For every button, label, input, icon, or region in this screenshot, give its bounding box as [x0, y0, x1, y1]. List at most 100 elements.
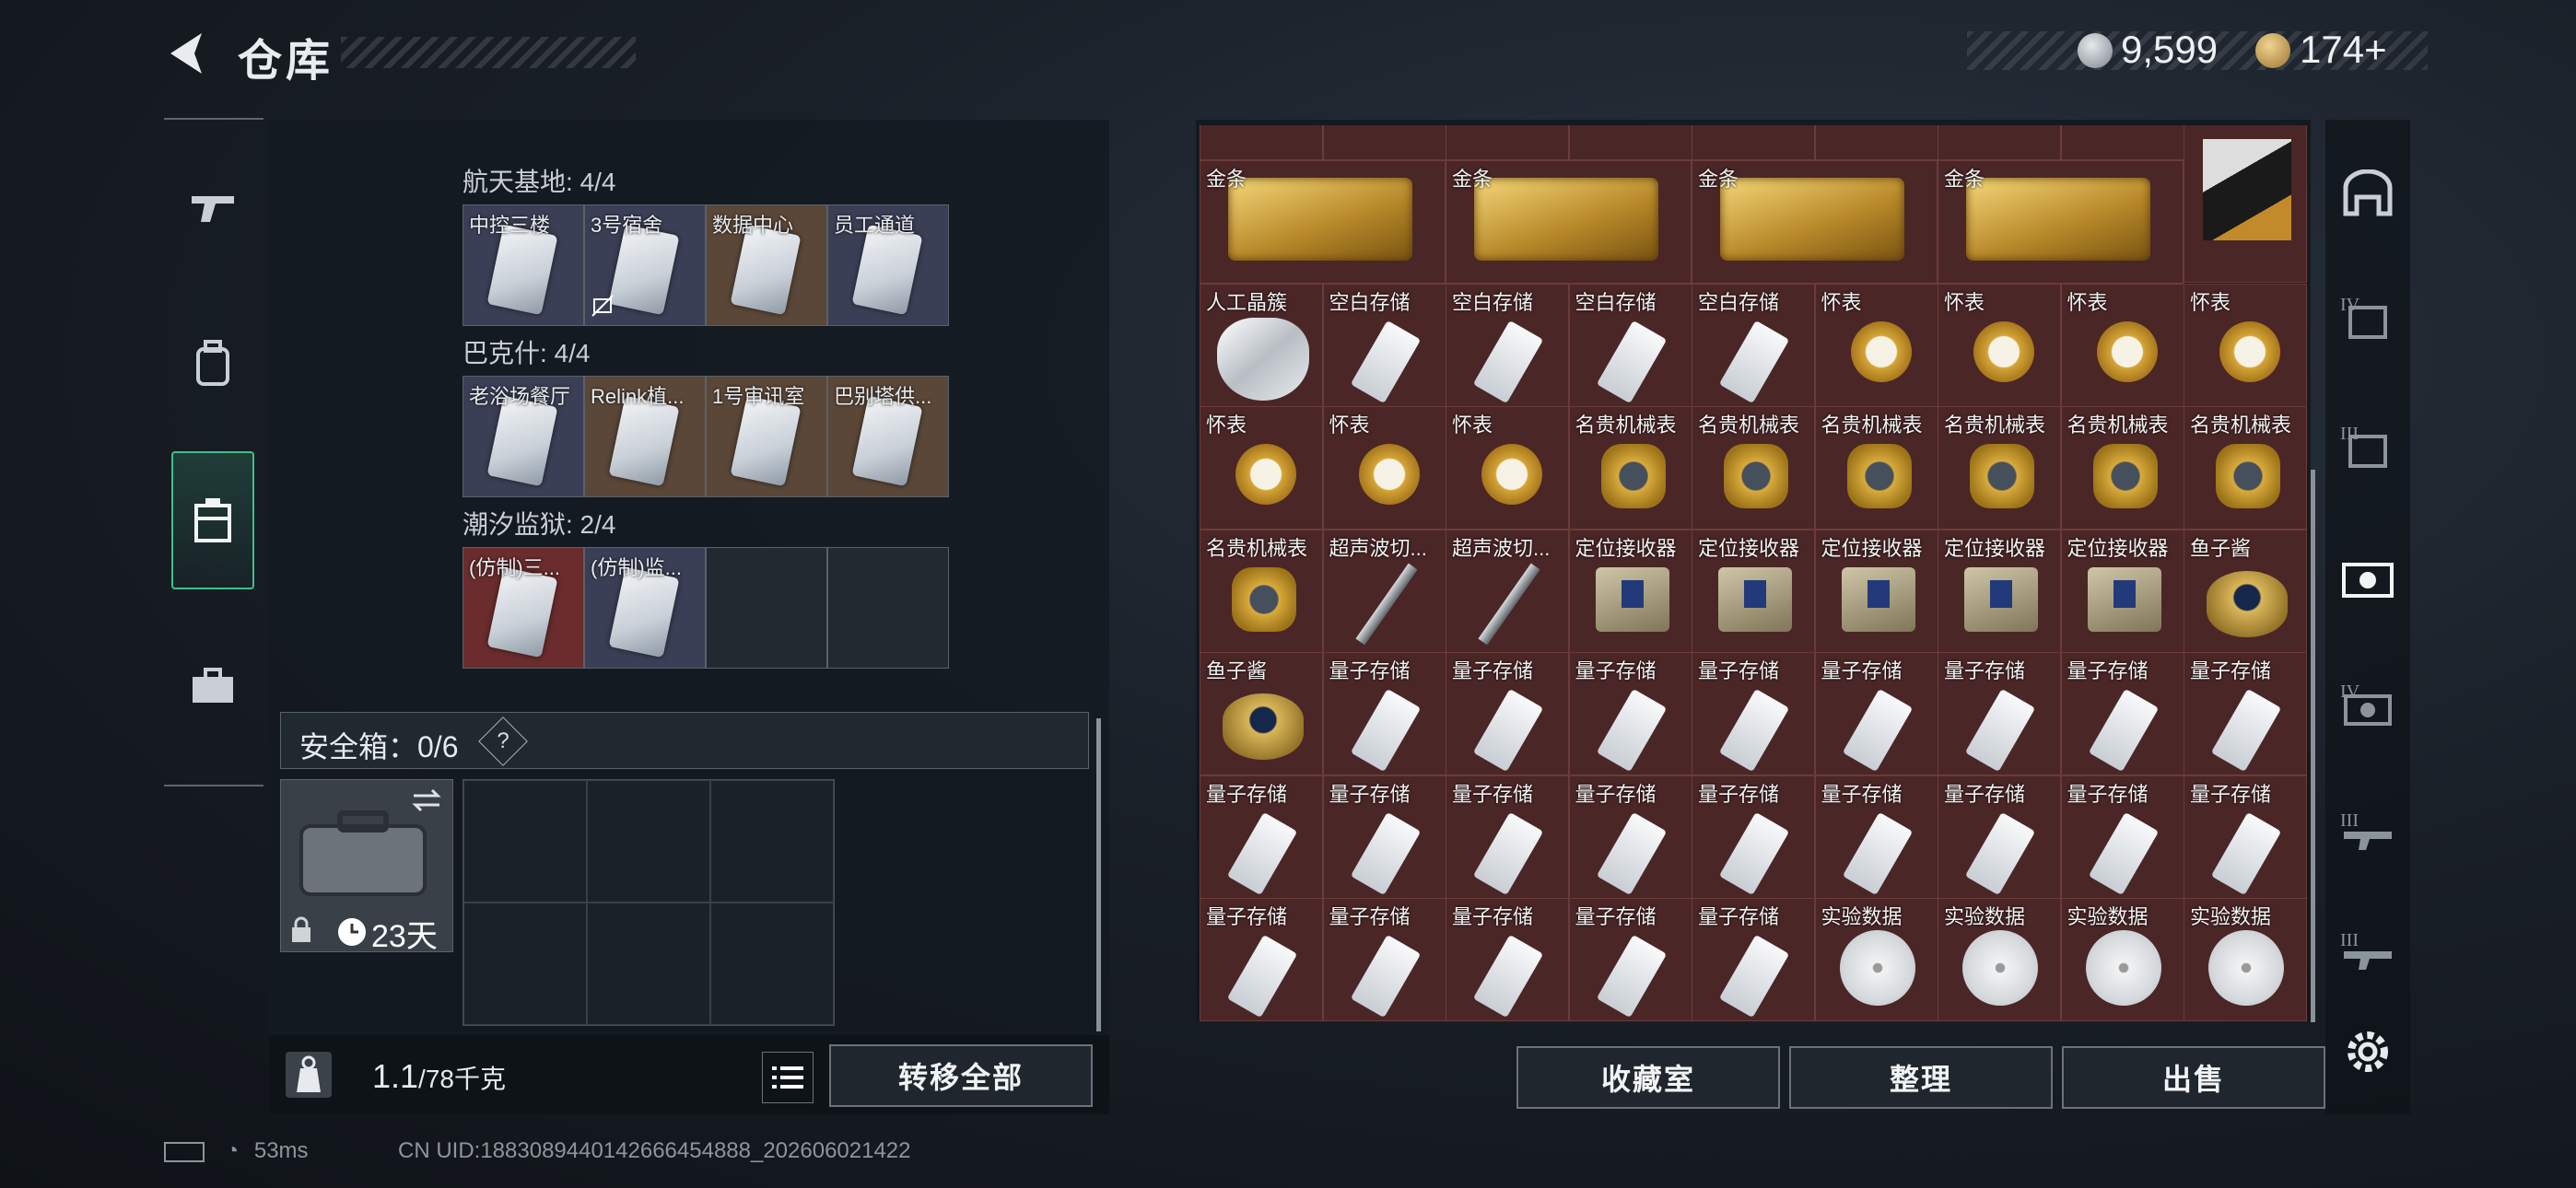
inventory-item[interactable]: 超声波切...: [1446, 529, 1569, 653]
left-scrollbar[interactable]: [1096, 718, 1101, 1031]
safe-box-grid[interactable]: [463, 779, 835, 1026]
inventory-item[interactable]: 量子存储: [1568, 775, 1692, 899]
inventory-cell[interactable]: [1568, 125, 1692, 160]
coffee-item[interactable]: [2184, 125, 2307, 283]
inventory-item[interactable]: 量子存储: [2060, 775, 2184, 899]
inventory-item[interactable]: 空白存储: [1322, 283, 1446, 407]
gold-amount[interactable]: 174+: [2300, 28, 2387, 72]
inventory-item[interactable]: 人工晶簇: [1200, 283, 1323, 407]
safe-slot[interactable]: [463, 780, 587, 903]
inventory-cell[interactable]: [1322, 125, 1446, 160]
swap-icon[interactable]: [410, 787, 443, 813]
inventory-item[interactable]: 量子存储: [1322, 652, 1446, 775]
inventory-item[interactable]: 空白存储: [1568, 283, 1692, 407]
key-slot[interactable]: 1号审讯室: [706, 376, 827, 497]
inventory-item[interactable]: 怀表: [1322, 406, 1446, 530]
inventory-item[interactable]: 名贵机械表: [1692, 406, 1815, 530]
inventory-item[interactable]: 定位接收器: [1814, 529, 1938, 653]
inventory-item[interactable]: 定位接收器: [1692, 529, 1815, 653]
back-arrow-icon[interactable]: [161, 28, 213, 79]
inventory-item[interactable]: 量子存储: [1446, 775, 1569, 899]
key-slot[interactable]: 3号宿舍: [584, 204, 706, 326]
category-tier-4-docs[interactable]: IV: [2325, 267, 2410, 378]
key-slot[interactable]: (仿制)监...: [584, 547, 706, 669]
inventory-item[interactable]: 空白存储: [1446, 283, 1569, 407]
inventory-item[interactable]: 量子存储: [1568, 898, 1692, 1021]
category-valuables[interactable]: [2325, 525, 2410, 635]
inventory-item[interactable]: 名贵机械表: [2184, 406, 2307, 530]
inventory-item[interactable]: 量子存储: [1322, 775, 1446, 899]
inventory-item[interactable]: 量子存储: [1692, 898, 1815, 1021]
key-slot[interactable]: Relink植...: [584, 376, 706, 497]
category-tier-3-weapon[interactable]: III: [2325, 783, 2410, 893]
key-slot[interactable]: 老浴场餐厅: [463, 376, 584, 497]
inventory-item[interactable]: 怀表: [1200, 406, 1323, 530]
inventory-cell[interactable]: [1200, 125, 1323, 160]
inventory-item[interactable]: 名贵机械表: [1814, 406, 1938, 530]
collection-room-button[interactable]: 收藏室: [1516, 1046, 1780, 1109]
inventory-item[interactable]: 量子存储: [1446, 652, 1569, 775]
key-slot[interactable]: 巴别塔供...: [827, 376, 949, 497]
sell-button[interactable]: 出售: [2062, 1046, 2325, 1109]
inventory-item[interactable]: 量子存储: [1938, 652, 2061, 775]
gold-bar-item[interactable]: 金条: [1938, 160, 2184, 284]
safe-slot[interactable]: [463, 903, 587, 1025]
inventory-item[interactable]: 量子存储: [2184, 652, 2307, 775]
inventory-item[interactable]: 量子存储: [1692, 775, 1815, 899]
inventory-cell[interactable]: [1814, 125, 1938, 160]
category-tier-3-docs[interactable]: III: [2325, 396, 2410, 507]
safe-slot[interactable]: [710, 780, 834, 903]
inventory-item[interactable]: 怀表: [1446, 406, 1569, 530]
inventory-item[interactable]: 量子存储: [1814, 775, 1938, 899]
inventory-item[interactable]: 实验数据: [1814, 898, 1938, 1021]
gold-bar-item[interactable]: 金条: [1692, 160, 1938, 284]
inventory-item[interactable]: 量子存储: [1446, 898, 1569, 1021]
inventory-cell[interactable]: [2060, 125, 2184, 160]
inventory-item[interactable]: 量子存储: [1692, 652, 1815, 775]
inventory-item[interactable]: 量子存储: [1814, 652, 1938, 775]
inventory-item[interactable]: 怀表: [1814, 283, 1938, 407]
key-slot[interactable]: 员工通道: [827, 204, 949, 326]
nav-tools[interactable]: [171, 617, 254, 755]
inventory-item[interactable]: 量子存储: [1568, 652, 1692, 775]
transfer-all-button[interactable]: 转移全部: [829, 1044, 1093, 1107]
category-tier-4-valuables[interactable]: IV: [2325, 654, 2410, 764]
inventory-item[interactable]: 名贵机械表: [1938, 406, 2061, 530]
empty-key-slot[interactable]: [706, 547, 827, 669]
gold-bar-item[interactable]: 金条: [1200, 160, 1446, 284]
inventory-item[interactable]: 实验数据: [2184, 898, 2307, 1021]
inventory-item[interactable]: 名贵机械表: [1200, 529, 1323, 653]
inventory-item[interactable]: 怀表: [2060, 283, 2184, 407]
nav-armor[interactable]: [171, 295, 254, 433]
key-slot[interactable]: (仿制)三...: [463, 547, 584, 669]
inventory-item[interactable]: 量子存储: [1322, 898, 1446, 1021]
safe-slot[interactable]: [587, 780, 710, 903]
inventory-item[interactable]: 空白存储: [1692, 283, 1815, 407]
inventory-cell[interactable]: [1692, 125, 1815, 160]
help-icon[interactable]: ?: [478, 716, 528, 766]
inventory-item[interactable]: 量子存储: [2184, 775, 2307, 899]
nav-items[interactable]: [171, 451, 254, 589]
inventory-item[interactable]: 名贵机械表: [1568, 406, 1692, 530]
key-slot[interactable]: 数据中心: [706, 204, 827, 326]
safe-slot[interactable]: [587, 903, 710, 1025]
inventory-item[interactable]: 定位接收器: [2060, 529, 2184, 653]
inventory-item[interactable]: 量子存储: [2060, 652, 2184, 775]
list-view-button[interactable]: [762, 1052, 814, 1103]
inventory-item[interactable]: 量子存储: [1938, 775, 2061, 899]
inventory-item[interactable]: 定位接收器: [1568, 529, 1692, 653]
category-tier-3-weapon-2[interactable]: III: [2325, 903, 2410, 1013]
inventory-cell[interactable]: [1938, 125, 2061, 160]
inventory-item[interactable]: 怀表: [2184, 283, 2307, 407]
grid-scrollbar[interactable]: [2311, 470, 2315, 1022]
inventory-item[interactable]: 实验数据: [1938, 898, 2061, 1021]
category-all[interactable]: [2325, 138, 2410, 249]
settings-gear-icon[interactable]: [2340, 1024, 2395, 1079]
gold-bar-item[interactable]: 金条: [1446, 160, 1692, 284]
safe-slot[interactable]: [710, 903, 834, 1025]
key-slot[interactable]: 中控三楼: [463, 204, 584, 326]
inventory-item[interactable]: 名贵机械表: [2060, 406, 2184, 530]
inventory-item[interactable]: 鱼子酱: [1200, 652, 1323, 775]
inventory-item[interactable]: 量子存储: [1200, 775, 1323, 899]
inventory-item[interactable]: 怀表: [1938, 283, 2061, 407]
